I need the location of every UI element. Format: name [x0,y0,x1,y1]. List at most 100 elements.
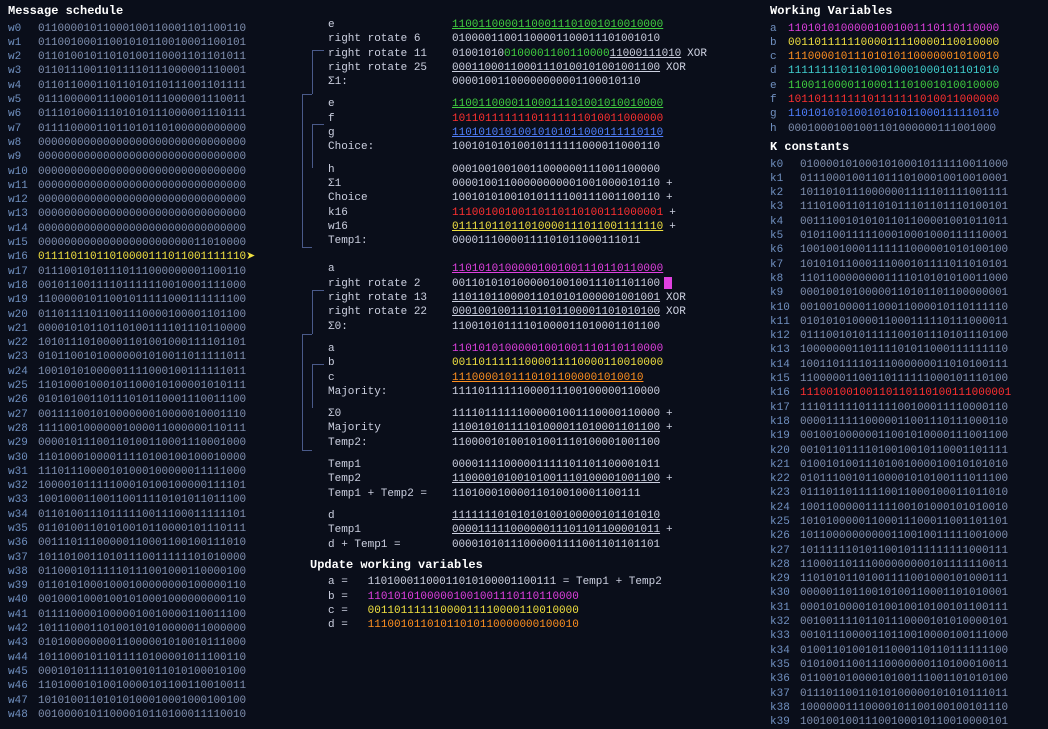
w-label: w0 [8,22,38,36]
wv-label: b [770,36,788,50]
k-bits: 01000010100010100010111110011000 [800,158,1008,172]
message-schedule-row: w2700111100101000000010000010001110 [8,408,298,422]
k-bits: 00000110110010100110001101010001 [800,586,1008,600]
k-label: k32 [770,615,800,629]
k-label: k28 [770,558,800,572]
message-schedule-list: w001100001011000100110001101100110w10110… [8,22,298,723]
k-constant-row: k1511000001100110111111000101110100 [770,372,1040,386]
message-schedule-row: w1300000000000000000000000000000000 [8,207,298,221]
w-label: w11 [8,179,38,193]
w-bits: 00000000000000000000000000000000 [38,179,246,193]
w-bits: 10101110100001101001000111101101 [38,336,246,350]
k-bits: 10011000001111100101000101010010 [800,501,1008,515]
message-schedule-row: w3710110100110101110011111101010000 [8,551,298,565]
message-schedule-row: w1701110010101110111000000001100110 [8,265,298,279]
w-label: w18 [8,279,38,293]
w-bits: 00101100111101111110010001111000 [38,279,246,293]
w-bits: 00100010001001010001000000000110 [38,593,246,607]
w-bits: 01110100011101010111000001110111 [38,107,246,121]
k-label: k20 [770,444,800,458]
w-bits: 00000000000000000000000000000000 [38,193,246,207]
cursor-icon [664,277,672,289]
w-bits: 01100001011000100110001101100110 [38,22,246,36]
k-label: k24 [770,501,800,515]
k-label: k17 [770,401,800,415]
k-constant-row: k610010010001111111000001010100100 [770,243,1040,257]
k-constant-row: k1310000000110111101011000111111110 [770,343,1040,357]
working-var-row: a11010101000001001001110110110000 [770,22,1040,36]
w-bits: 01101010001000100000000100000110 [38,579,246,593]
k-bits: 11011000000001111010101010011000 [800,272,1008,286]
message-schedule-row: w201101001011010100110001101101011 [8,50,298,64]
w-label: w16 [8,250,38,264]
k-constant-row: k3300101110000110110010000100111000 [770,629,1040,643]
message-schedule-row: w4301010000000011000001010010111000 [8,636,298,650]
k-label: k4 [770,215,800,229]
k-constant-row: k3501010011001110000000110100010011 [770,658,1040,672]
k-bits: 10111111010110010111111111000111 [800,544,1008,558]
k-label: k26 [770,529,800,543]
k-constant-row: k2811000110111000000000101111110011 [770,558,1040,572]
w-label: w28 [8,422,38,436]
wv-label: d [770,64,788,78]
wv-bits: 11100001011101010110000001010010 [788,50,999,64]
working-var-row: f10110111111101111111010011000000 [770,93,1040,107]
k-bits: 01110010101111100101110101110100 [800,329,1008,343]
k-label: k33 [770,629,800,643]
k-label: k34 [770,644,800,658]
w-label: w42 [8,622,38,636]
k-label: k38 [770,701,800,715]
w-label: w19 [8,293,38,307]
w-label: w8 [8,136,38,150]
k-constant-row: k2000101101111010010010110001101111 [770,444,1040,458]
k-constant-row: k2710111111010110010111111111000111 [770,544,1040,558]
k-constant-row: k3401001101001011000110110111111100 [770,644,1040,658]
k-constant-row: k311101001101101011101101110100101 [770,200,1040,214]
k-bits: 11101111101111100100011110000110 [800,401,1008,415]
k-label: k29 [770,572,800,586]
k-bits: 11000001100110111111000101110100 [800,372,1008,386]
message-schedule-row: w701111000011011010110100000000000 [8,122,298,136]
w-bits: 00000000000000000000000000000000 [38,150,246,164]
sigma1-bits: 00001001100000000001100010110 [452,75,641,89]
temp1-use2-label: Temp1 [328,523,452,537]
k-constant-row: k501011001111100010001000111110001 [770,229,1040,243]
k-bits: 10110000000000110010011111001000 [800,529,1008,543]
rr25-bits: 00011000110001110100101001001100 [452,61,660,75]
k-constant-row: k3910010010011100100010110010000101 [770,715,1040,729]
message-schedule-row: w1601111011011010000111011001111110 ➤ [8,250,298,264]
w-bits: 10110001011011110100001011100110 [38,651,246,665]
w-bits: 01100010111110111001000110000100 [38,565,246,579]
k-constant-row: k400111001010101101100001001011011 [770,215,1040,229]
w-label: w44 [8,651,38,665]
k-bits: 10010010011100100010110010000101 [800,715,1008,729]
k-constant-row: k710101011000111000101111011010101 [770,258,1040,272]
w-label: w34 [8,508,38,522]
message-schedule-row: w2301011001010000001010011011111011 [8,350,298,364]
working-vars-heading: Working Variables [770,4,1040,20]
k-bits: 01001010011101001000010010101010 [800,458,1008,472]
k16-use-label: k16 [328,206,452,220]
w-label: w39 [8,579,38,593]
w-bits: 11010001000101100010100001010111 [38,379,246,393]
message-schedule-row: w1200000000000000000000000000000000 [8,193,298,207]
w-bits: 01110000011100010111000001110011 [38,93,246,107]
w-label: w20 [8,308,38,322]
message-schedule-row: w3011010001000011110100100100010000 [8,451,298,465]
wv-bits: 11111111011010010001000101101010 [788,64,999,78]
k-label: k13 [770,343,800,357]
wv-label: f [770,93,788,107]
w-label: w7 [8,122,38,136]
k-constant-row: k3000000110110010100110001101010001 [770,586,1040,600]
k-constants-list: k001000010100010100010111110011000k10111… [770,158,1040,729]
k-bits: 00100100000011001010000111001100 [800,429,1008,443]
w-label: w46 [8,679,38,693]
w-bits: 01010000000011000001010010111000 [38,636,246,650]
k-bits: 01010011001110000000110100010011 [800,658,1008,672]
k-bits: 10000001110000101100100100101110 [800,701,1008,715]
t1t2-label: Temp1 + Temp2 = [328,487,452,501]
temp1-use-label: Temp1 [328,458,452,472]
sigma0-use-label: Σ0 [328,407,452,421]
majority-use-label: Majority [328,421,452,435]
w-bits: 11010001000011110100100100010000 [38,451,246,465]
